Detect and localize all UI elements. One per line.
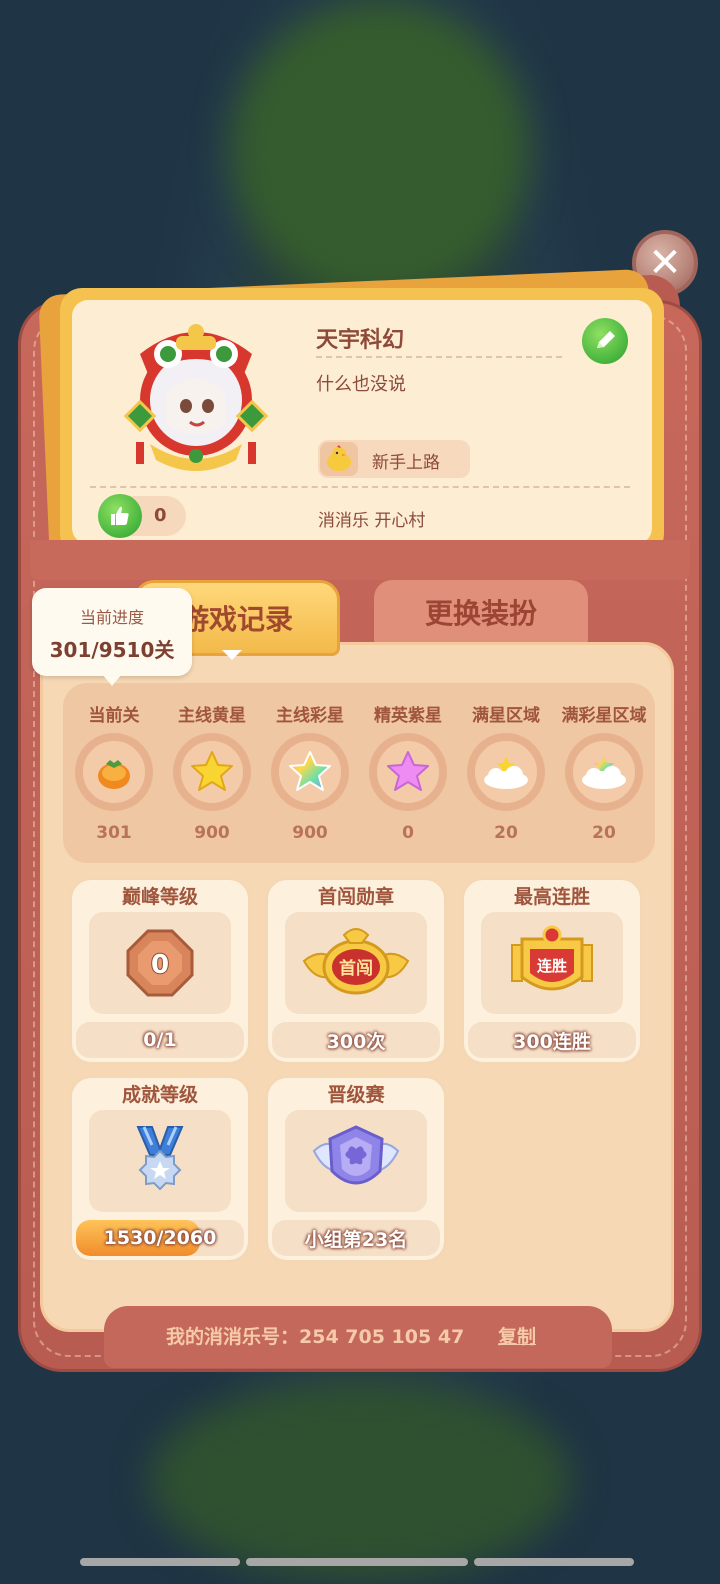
medal-title: 巅峰等级: [121, 886, 198, 908]
medal-box: 连胜: [481, 912, 623, 1014]
medal-title: 晋级赛: [327, 1084, 385, 1106]
stat-full-star-area[interactable]: 满星区域 20: [457, 683, 555, 863]
tooltip-title: 当前进度: [79, 608, 144, 627]
stat-current-level[interactable]: 当前关 301: [65, 683, 163, 863]
like-counter[interactable]: 0: [98, 494, 186, 538]
medal-foot: 0/1: [76, 1022, 244, 1058]
achievement-medal-icon: [136, 1126, 184, 1191]
stat-value: 900: [194, 823, 230, 843]
medal-card-first-pass[interactable]: 首闯勋章 首闯 300次: [265, 877, 447, 1065]
medal-box: [285, 1110, 427, 1212]
rank-badge[interactable]: 新手上路: [318, 440, 470, 478]
rainbow-star-icon: [271, 733, 349, 811]
medal-value: 1530/2060: [103, 1227, 217, 1249]
first-pass-medal-icon: 首闯: [302, 928, 410, 995]
first-pass-badge-text: 首闯: [339, 958, 373, 979]
stat-elite-purple-star[interactable]: 精英紫星 0: [359, 683, 457, 863]
home-indicator: [246, 1558, 468, 1566]
medal-title: 首闯勋章: [317, 886, 394, 908]
stat-value: 0: [402, 823, 414, 843]
profile-card-inner: 天宇科幻 什么也没说 新手上路 0 消消乐 开心村: [72, 300, 652, 544]
medal-value: 0/1: [143, 1029, 177, 1051]
stat-value: 20: [494, 823, 518, 843]
medal-box: 首闯: [285, 912, 427, 1014]
home-indicator: [80, 1558, 240, 1566]
stat-main-rainbow-star[interactable]: 主线彩星 900: [261, 683, 359, 863]
tab-indicator-icon: [222, 650, 242, 660]
profile-card: 天宇科幻 什么也没说 新手上路 0 消消乐 开心村: [60, 288, 664, 556]
medal-value: 小组第23名: [304, 1228, 408, 1251]
wallet-pocket: [30, 540, 690, 580]
stat-value: 20: [592, 823, 616, 843]
medal-card-achievement-level[interactable]: 成就等级 1530/2060: [69, 1075, 251, 1263]
medal-box: [89, 1110, 231, 1212]
tooltip-arrow: [102, 674, 122, 686]
copy-button[interactable]: 复制: [498, 1322, 536, 1349]
promotion-shield-icon: [312, 1125, 400, 1185]
player-signature: 什么也没说: [316, 374, 406, 395]
win-streak-shield-icon: 连胜: [511, 925, 593, 991]
medal-card-win-streak[interactable]: 最高连胜 连胜 300连胜: [461, 877, 643, 1065]
stat-label: 主线黄星: [178, 706, 246, 726]
stat-label: 满彩星区域: [561, 706, 647, 726]
peak-badge-value: 0: [151, 950, 169, 980]
game-record-panel: 当前关 301 主线黄星 900 主线彩星 900 精英紫星 0 满星区域 20…: [40, 642, 674, 1332]
yellow-star-icon: [173, 733, 251, 811]
medal-foot: 300次: [272, 1022, 440, 1058]
purple-star-icon: [369, 733, 447, 811]
medal-card-peak-level[interactable]: 巅峰等级 0 0/1: [69, 877, 251, 1065]
tab-change-outfit[interactable]: 更换装扮: [374, 580, 588, 644]
medal-value: 300连胜: [513, 1030, 591, 1053]
stat-label: 当前关: [88, 706, 140, 726]
avatar[interactable]: [116, 314, 276, 474]
stat-value: 900: [292, 823, 328, 843]
medal-foot: 小组第23名: [272, 1220, 440, 1256]
bronze-octagon-medal-icon: 0: [126, 929, 194, 997]
edit-profile-button[interactable]: [582, 318, 628, 364]
like-count: 0: [154, 505, 167, 526]
stat-value: 301: [96, 823, 132, 843]
medal-foot: 300连胜: [468, 1022, 636, 1058]
medal-title: 成就等级: [121, 1084, 198, 1106]
progress-tooltip: 当前进度 301/9510关: [32, 588, 192, 676]
win-streak-badge-text: 连胜: [537, 957, 567, 975]
medal-card-promotion[interactable]: 晋级赛 小组第23名: [265, 1075, 447, 1263]
tab-label: 更换装扮: [424, 597, 537, 630]
stat-label: 满星区域: [472, 706, 540, 726]
stat-main-yellow-star[interactable]: 主线黄星 900: [163, 683, 261, 863]
background-foliage: [150, 1380, 570, 1580]
tooltip-value: 301/9510关: [49, 638, 175, 662]
thumbs-up-icon: [98, 494, 142, 538]
progress-stats-row: 当前关 301 主线黄星 900 主线彩星 900 精英紫星 0 满星区域 20…: [63, 683, 655, 863]
account-number: 我的消消乐号：254 705 105 47: [166, 1326, 465, 1348]
pencil-icon: [597, 331, 615, 348]
achievement-progress-bar: 1530/2060: [76, 1220, 244, 1256]
rainbow-cloud-icon: [565, 733, 643, 811]
tab-label: 游戏记录: [180, 603, 293, 636]
player-location: 消消乐 开心村: [318, 511, 426, 531]
chick-icon: [320, 442, 358, 476]
name-divider: [316, 356, 562, 358]
player-name: 天宇科幻: [316, 328, 405, 353]
cloud-star-icon: [467, 733, 545, 811]
lion-dance-avatar-frame-icon: [123, 324, 269, 471]
home-indicator: [474, 1558, 634, 1566]
stat-label: 主线彩星: [276, 706, 344, 726]
stat-full-rainbow-area[interactable]: 满彩星区域 20: [555, 683, 653, 863]
background-foliage: [230, 0, 530, 300]
card-divider: [90, 486, 630, 488]
medal-box: 0: [89, 912, 231, 1014]
persimmon-icon: [75, 733, 153, 811]
stat-label: 精英紫星: [374, 706, 442, 726]
medal-value: 300次: [326, 1030, 386, 1053]
rank-label: 新手上路: [372, 453, 440, 473]
medal-title: 最高连胜: [513, 886, 590, 908]
